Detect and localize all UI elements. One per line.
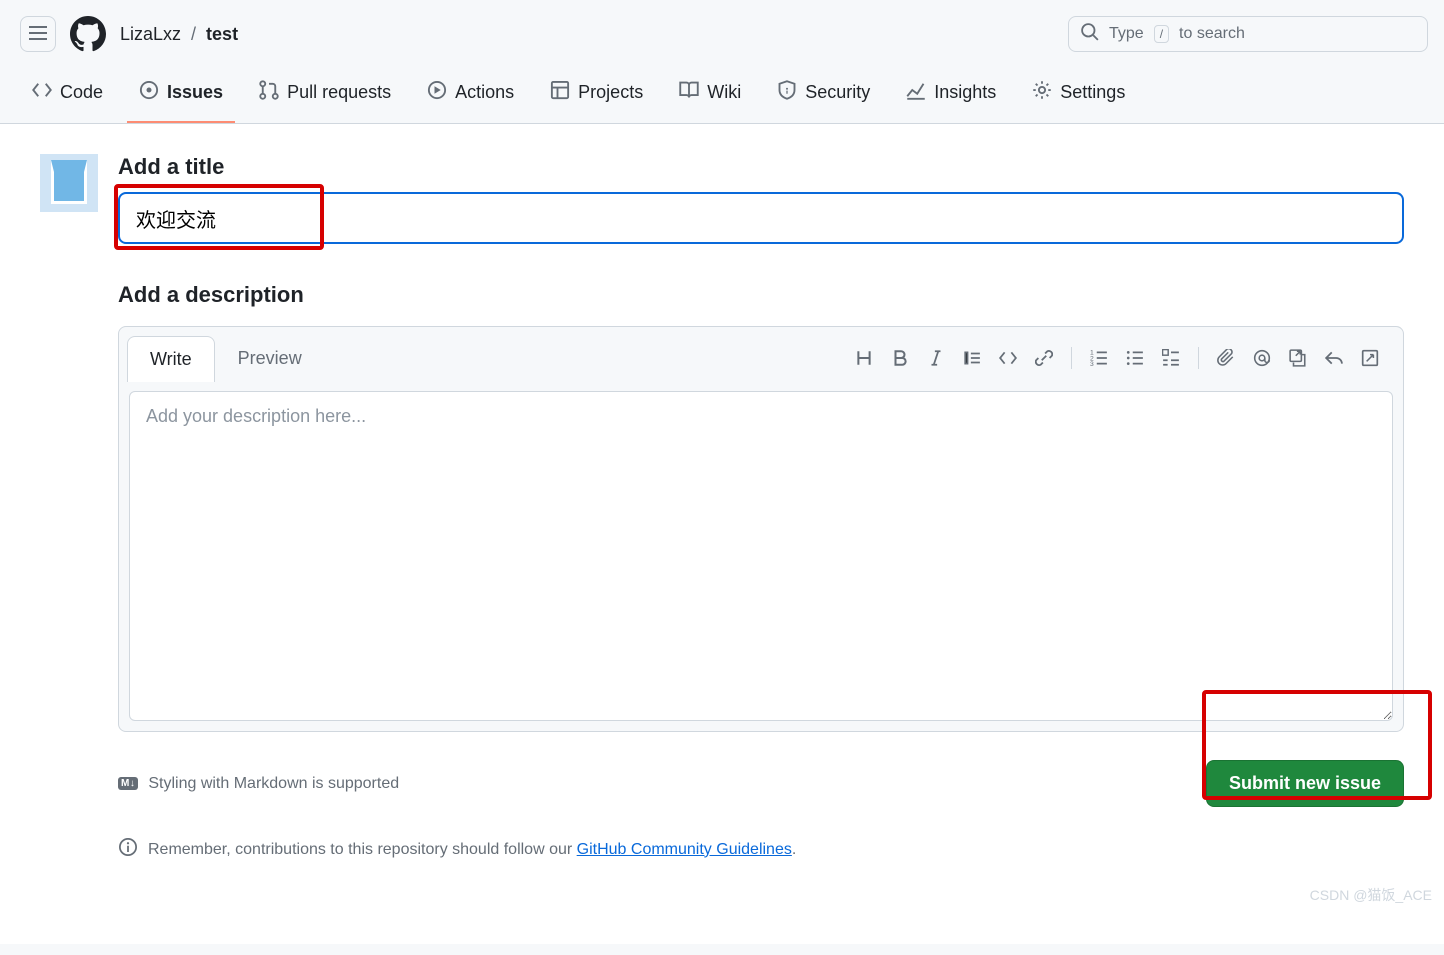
play-icon — [427, 80, 447, 105]
breadcrumb-repo[interactable]: test — [206, 24, 238, 45]
guidelines-suffix: . — [792, 841, 796, 858]
app-header: LizaLxz / test Type / to search — [0, 0, 1444, 68]
attachment-icon[interactable] — [1217, 349, 1235, 367]
tab-wiki[interactable]: Wiki — [667, 70, 753, 123]
write-tab[interactable]: Write — [127, 336, 215, 382]
gear-icon — [1032, 80, 1052, 105]
heading-icon[interactable] — [855, 349, 873, 367]
description-textarea[interactable] — [129, 391, 1393, 721]
tab-insights-label: Insights — [934, 82, 996, 103]
code-icon[interactable] — [999, 349, 1017, 367]
issue-icon — [139, 80, 159, 105]
markdown-support[interactable]: M↓ Styling with Markdown is supported — [118, 775, 399, 793]
guidelines-note: Remember, contributions to this reposito… — [118, 837, 1404, 862]
shield-icon — [777, 80, 797, 105]
preview-tab[interactable]: Preview — [215, 335, 325, 381]
tab-security-label: Security — [805, 82, 870, 103]
tab-security[interactable]: Security — [765, 70, 882, 123]
pull-request-icon — [259, 80, 279, 105]
toolbar-divider — [1071, 347, 1072, 369]
info-icon — [118, 837, 138, 862]
tab-pulls[interactable]: Pull requests — [247, 70, 403, 123]
link-icon[interactable] — [1035, 349, 1053, 367]
title-input[interactable] — [118, 192, 1404, 244]
description-label: Add a description — [118, 282, 1404, 308]
search-slash-key: / — [1154, 25, 1169, 43]
submit-new-issue-button[interactable]: Submit new issue — [1206, 760, 1404, 807]
github-logo-icon[interactable] — [70, 16, 106, 52]
search-input[interactable]: Type / to search — [1068, 16, 1428, 52]
quote-icon[interactable] — [963, 349, 981, 367]
comment-box: Write Preview 123 — [118, 326, 1404, 732]
repo-nav: Code Issues Pull requests Actions Projec… — [0, 68, 1444, 124]
ordered-list-icon[interactable]: 123 — [1090, 349, 1108, 367]
tab-settings[interactable]: Settings — [1020, 70, 1137, 123]
md-toolbar: 123 — [855, 347, 1395, 369]
search-icon — [1081, 23, 1099, 46]
expand-icon[interactable] — [1361, 349, 1379, 367]
svg-text:3: 3 — [1090, 361, 1094, 367]
tab-wiki-label: Wiki — [707, 82, 741, 103]
tab-issues-label: Issues — [167, 82, 223, 103]
graph-icon — [906, 80, 926, 105]
guidelines-prefix: Remember, contributions to this reposito… — [148, 841, 577, 858]
avatar — [40, 154, 98, 212]
search-suffix: to search — [1179, 25, 1245, 43]
tab-actions[interactable]: Actions — [415, 70, 526, 123]
tab-settings-label: Settings — [1060, 82, 1125, 103]
issue-form: Add a title Add a description Write Prev… — [118, 154, 1404, 904]
watermark: CSDN @猫饭_ACE — [1310, 885, 1432, 905]
guidelines-link[interactable]: GitHub Community Guidelines — [577, 841, 792, 858]
task-list-icon[interactable] — [1162, 349, 1180, 367]
tab-actions-label: Actions — [455, 82, 514, 103]
tab-projects[interactable]: Projects — [538, 70, 655, 123]
hamburger-icon — [29, 26, 47, 43]
tab-code[interactable]: Code — [20, 70, 115, 123]
unordered-list-icon[interactable] — [1126, 349, 1144, 367]
tab-pulls-label: Pull requests — [287, 82, 391, 103]
tab-issues[interactable]: Issues — [127, 70, 235, 123]
editor-tab-row: Write Preview 123 — [119, 327, 1403, 381]
markdown-icon: M↓ — [118, 777, 138, 790]
cross-reference-icon[interactable] — [1289, 349, 1307, 367]
italic-icon[interactable] — [927, 349, 945, 367]
hamburger-button[interactable] — [20, 16, 56, 52]
breadcrumb-separator: / — [191, 24, 196, 45]
reply-icon[interactable] — [1325, 349, 1343, 367]
toolbar-divider — [1198, 347, 1199, 369]
bold-icon[interactable] — [891, 349, 909, 367]
book-icon — [679, 80, 699, 105]
title-label: Add a title — [118, 154, 1404, 180]
markdown-support-label: Styling with Markdown is supported — [148, 775, 399, 793]
breadcrumb-owner[interactable]: LizaLxz — [120, 24, 181, 45]
tab-code-label: Code — [60, 82, 103, 103]
table-icon — [550, 80, 570, 105]
new-issue-container: Add a title Add a description Write Prev… — [0, 124, 1444, 944]
tab-insights[interactable]: Insights — [894, 70, 1008, 123]
code-icon — [32, 80, 52, 105]
breadcrumb: LizaLxz / test — [120, 24, 238, 45]
tab-projects-label: Projects — [578, 82, 643, 103]
mention-icon[interactable] — [1253, 349, 1271, 367]
search-prefix: Type — [1109, 25, 1144, 43]
